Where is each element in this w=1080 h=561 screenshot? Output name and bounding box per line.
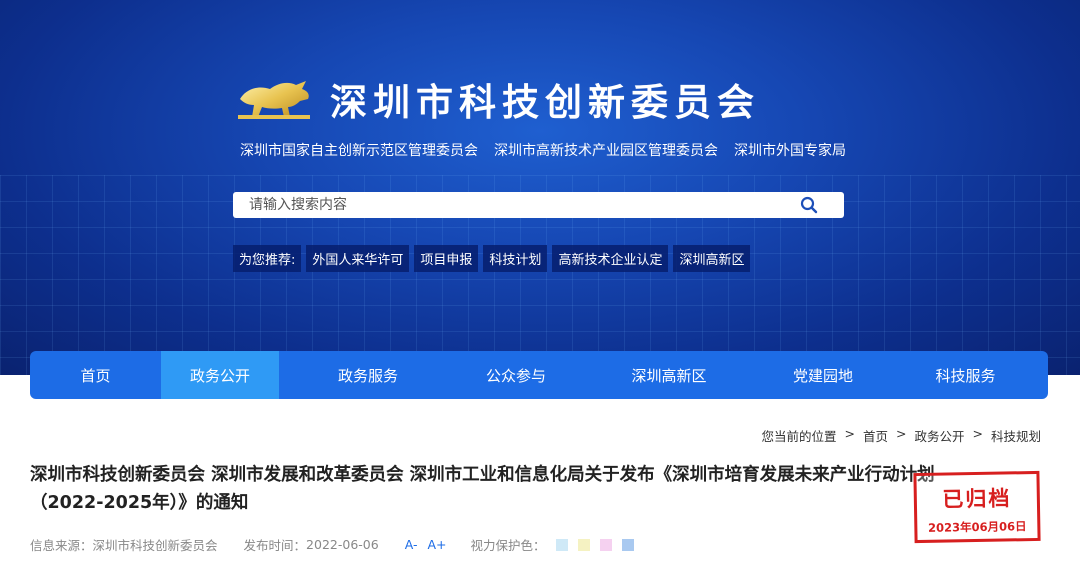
recommendations: 为您推荐: 外国人来华许可 项目申报 科技计划 高新技术企业认定 深圳高新区 [233, 245, 751, 272]
sub-agencies: 深圳市国家自主创新示范区管理委员会 深圳市高新技术产业园区管理委员会 深圳市外国… [240, 140, 846, 160]
breadcrumb: 您当前的位置 > 首页 > 政务公开 > 科技规划 [761, 426, 1041, 445]
article-title-line: （2022-2025年）》的通知 [30, 493, 249, 513]
archived-stamp: 已归档 2023年06月06日 [913, 470, 1041, 544]
breadcrumb-item-home[interactable]: 首页 [863, 426, 888, 445]
eye-protection-label: 视力保护色： [470, 538, 546, 553]
eye-color-swatch-pink[interactable] [599, 538, 612, 551]
recommend-tag[interactable]: 项目申报 [414, 245, 479, 272]
nav-item-gov-services[interactable]: 政务服务 [279, 351, 457, 399]
font-smaller-button[interactable]: A- [405, 537, 418, 552]
search-bar [233, 192, 844, 218]
breadcrumb-separator: > [844, 426, 855, 441]
source-label: 信息来源： [30, 538, 93, 553]
archived-stamp-date: 2023年06月06日 [927, 519, 1027, 535]
font-larger-button[interactable]: A+ [428, 537, 447, 552]
site-title: 深圳市科技创新委员会 [330, 81, 760, 124]
sub-agency-name: 深圳市高新技术产业园区管理委员会 [494, 143, 718, 159]
nav-item-public-participation[interactable]: 公众参与 [457, 351, 575, 399]
nav-item-tech-services[interactable]: 科技服务 [883, 351, 1048, 399]
search-icon[interactable] [796, 192, 822, 218]
breadcrumb-separator: > [972, 426, 983, 441]
breadcrumb-separator: > [896, 426, 907, 441]
nav-item-home[interactable]: 首页 [30, 351, 161, 399]
breadcrumb-item-tech-planning[interactable]: 科技规划 [991, 426, 1041, 445]
bull-logo-icon [238, 81, 310, 119]
article-title-line: 深圳市科技创新委员会 深圳市发展和改革委员会 深圳市工业和信息化局关于发布《深圳… [30, 465, 935, 485]
breadcrumb-prefix: 您当前的位置 [761, 429, 837, 444]
eye-color-swatch-light-blue[interactable] [621, 538, 634, 551]
publish-date: 2022-06-06 [306, 537, 379, 552]
recommend-label: 为您推荐: [233, 245, 302, 272]
article-meta: 信息来源： 深圳市科技创新委员会 发布时间： 2022-06-06 A- A+ … [30, 535, 634, 554]
article-title: 深圳市科技创新委员会 深圳市发展和改革委员会 深圳市工业和信息化局关于发布《深圳… [30, 461, 1040, 517]
breadcrumb-item-gov-affairs[interactable]: 政务公开 [914, 426, 964, 445]
date-label: 发布时间： [243, 538, 307, 553]
nav-item-gov-affairs[interactable]: 政务公开 [161, 351, 279, 399]
eye-color-swatch-blue[interactable] [555, 538, 568, 551]
recommend-tag[interactable]: 科技计划 [483, 245, 548, 272]
nav-item-hightech-zone[interactable]: 深圳高新区 [575, 351, 763, 399]
recommend-tag[interactable]: 外国人来华许可 [306, 245, 410, 272]
nav-item-party-building[interactable]: 党建园地 [763, 351, 883, 399]
main-nav: 首页 政务公开 政务服务 公众参与 深圳高新区 党建园地 科技服务 [30, 351, 1048, 399]
sub-agency-name: 深圳市国家自主创新示范区管理委员会 [240, 143, 478, 159]
archived-stamp-text: 已归档 [942, 486, 1012, 512]
source-value: 深圳市科技创新委员会 [92, 538, 218, 553]
search-input[interactable] [247, 196, 796, 214]
eye-color-swatch-yellow[interactable] [577, 538, 590, 551]
site-logo[interactable]: 深圳市科技创新委员会 [236, 72, 760, 126]
recommend-tag[interactable]: 高新技术企业认定 [552, 245, 669, 272]
sub-agency-name: 深圳市外国专家局 [734, 143, 846, 159]
recommend-tag[interactable]: 深圳高新区 [673, 245, 751, 272]
header-banner: 深圳市科技创新委员会 深圳市国家自主创新示范区管理委员会 深圳市高新技术产业园区… [0, 0, 1080, 375]
